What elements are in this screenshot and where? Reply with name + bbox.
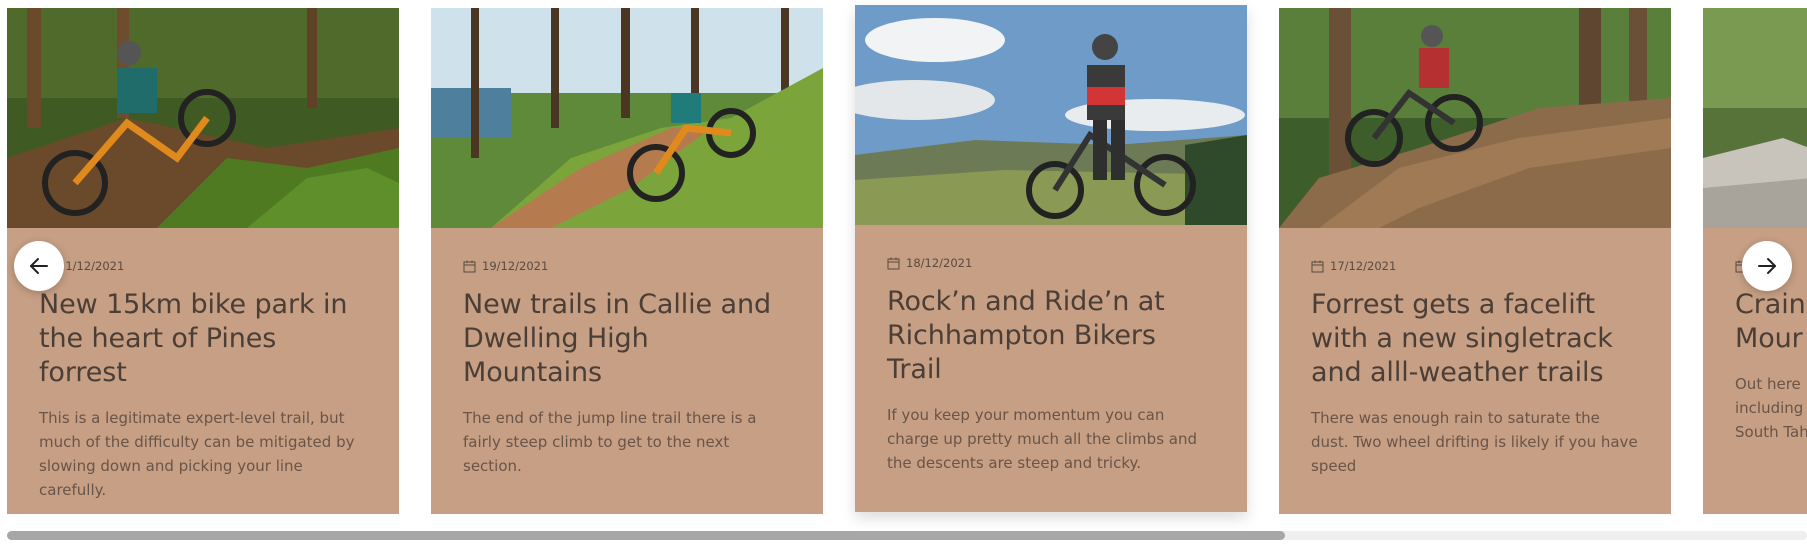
post-excerpt: The end of the jump line trail there is … [463, 409, 757, 475]
post-date-text: 18/12/2021 [906, 256, 973, 270]
post-title[interactable]: Rock’n and Ride’n at Richhampton Bikers … [887, 285, 1215, 387]
post-title[interactable]: Crain Mour [1735, 288, 1806, 356]
post-body: 19/12/2021 New trails in Callie and Dwel… [431, 228, 823, 478]
post-title[interactable]: New trails in Callie and Dwelling High M… [463, 288, 791, 390]
post-date: 21/12/2021 [39, 258, 367, 274]
post-date: 18/12/2021 [887, 255, 1215, 271]
post-date-text: 21/12/2021 [58, 259, 125, 273]
carousel-next-button[interactable] [1742, 241, 1792, 291]
scrollbar-thumb[interactable] [7, 531, 1285, 540]
post-image [1703, 8, 1807, 228]
post-image [855, 5, 1247, 225]
arrow-right-icon [1758, 258, 1776, 274]
calendar-icon [887, 257, 900, 269]
post-image [7, 8, 399, 228]
post-body: 17/12/2021 Forrest gets a facelift with … [1279, 228, 1671, 478]
post-excerpt: If you keep your momentum you can charge… [887, 406, 1197, 472]
post-date: 17/12/2021 [1311, 258, 1639, 274]
post-excerpt: Out here including South Tah [1735, 375, 1807, 441]
post-card[interactable]: 19/12/2021 New trails in Callie and Dwel… [431, 8, 823, 514]
calendar-icon [463, 260, 476, 272]
post-body: 18/12/2021 Rock’n and Ride’n at Richhamp… [855, 225, 1247, 475]
post-image [1279, 8, 1671, 228]
post-date-text: 17/12/2021 [1330, 259, 1397, 273]
calendar-icon [1311, 260, 1324, 272]
blog-carousel: 21/12/2021 New 15km bike park in the hea… [0, 0, 1807, 546]
post-title[interactable]: New 15km bike park in the heart of Pines… [39, 288, 367, 390]
arrow-left-icon [30, 258, 48, 274]
post-excerpt: This is a legitimate expert-level trail,… [39, 409, 355, 499]
horizontal-scrollbar[interactable] [7, 531, 1807, 540]
post-date: 19/12/2021 [463, 258, 791, 274]
post-card[interactable]: 21/12/2021 New 15km bike park in the hea… [7, 8, 399, 514]
carousel-prev-button[interactable] [14, 241, 64, 291]
post-card[interactable]: 17/12/2021 Forrest gets a facelift with … [1279, 8, 1671, 514]
post-body: 21/12/2021 New 15km bike park in the hea… [7, 228, 399, 502]
post-date-text: 19/12/2021 [482, 259, 549, 273]
post-card-featured[interactable]: 18/12/2021 Rock’n and Ride’n at Richhamp… [855, 5, 1247, 512]
post-title[interactable]: Forrest gets a facelift with a new singl… [1311, 288, 1639, 390]
post-image [431, 8, 823, 228]
post-excerpt: There was enough rain to saturate the du… [1311, 409, 1638, 475]
